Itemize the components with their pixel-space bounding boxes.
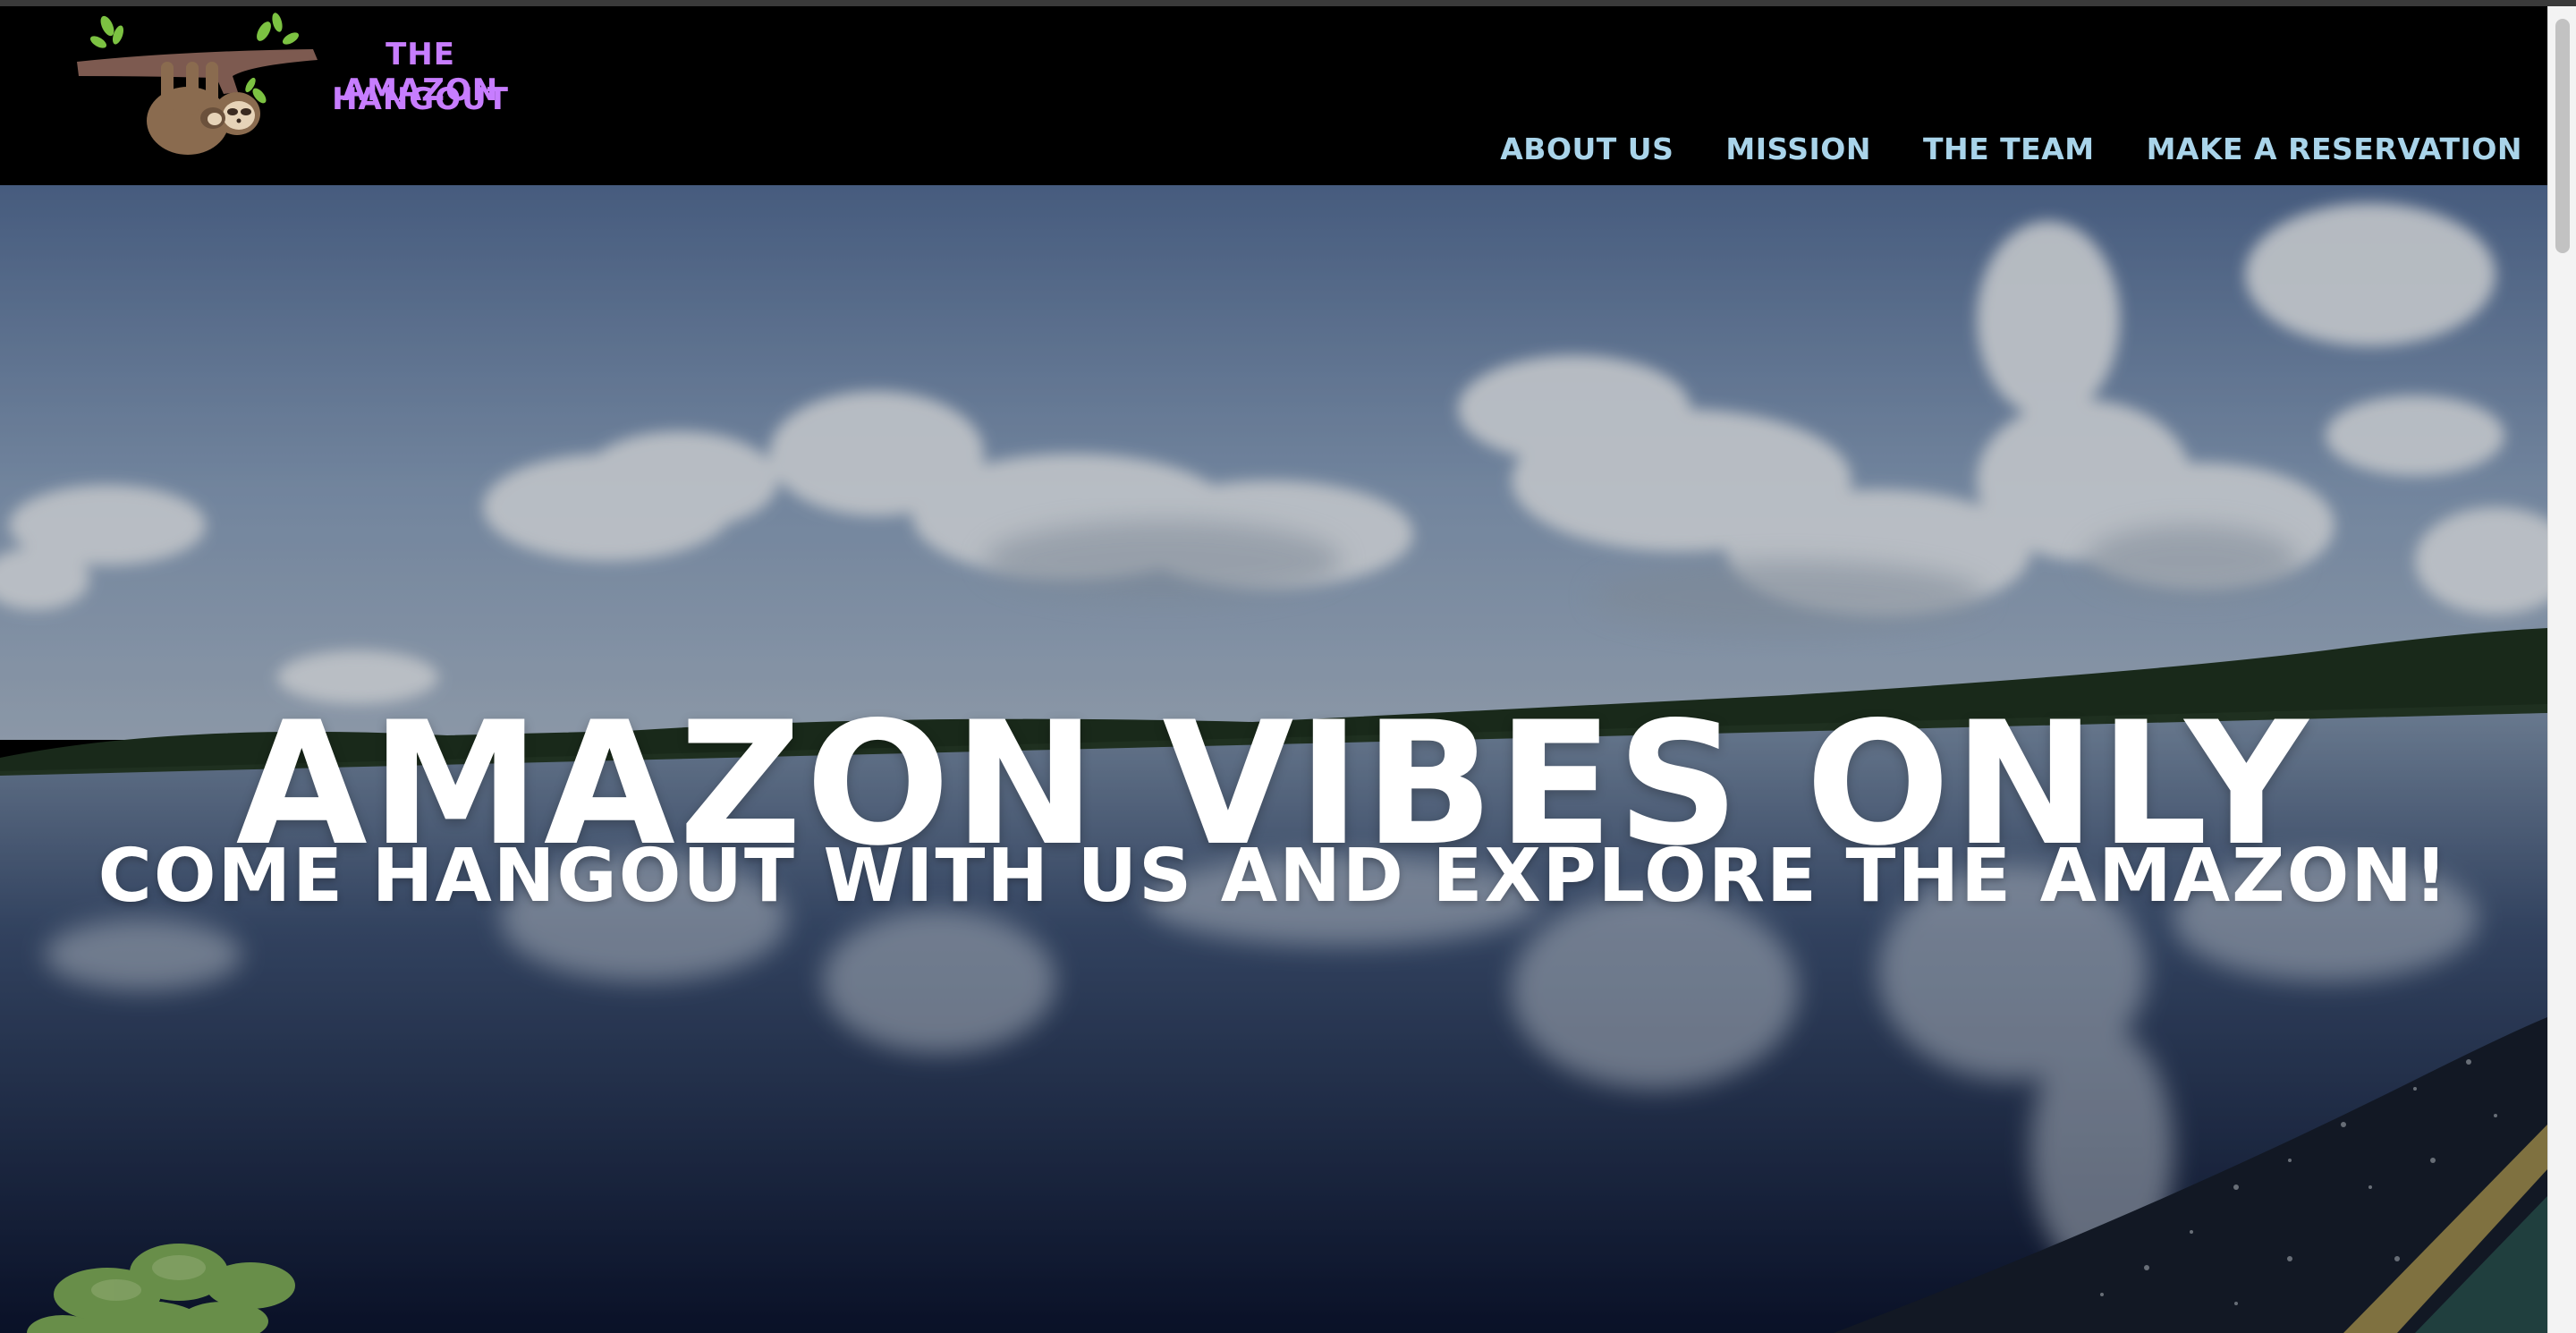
hero-section: AMAZON VIBES ONLY COME HANGOUT WITH US A…: [0, 185, 2547, 1333]
site-logo[interactable]: THE AMAZON HANGOUT: [72, 6, 537, 167]
site-header: THE AMAZON HANGOUT ABOUT US MISSION THE …: [0, 6, 2547, 185]
hero-subtitle: COME HANGOUT WITH US AND EXPLORE THE AMA…: [97, 834, 2450, 920]
nav-the-team[interactable]: THE TEAM: [1923, 132, 2095, 166]
sloth-on-branch-icon: [77, 13, 318, 155]
page-scrollbar[interactable]: [2547, 6, 2576, 1333]
nav-about-us[interactable]: ABOUT US: [1500, 132, 1674, 166]
scrollbar-thumb[interactable]: [2555, 19, 2570, 253]
page-viewport: THE AMAZON HANGOUT ABOUT US MISSION THE …: [0, 0, 2547, 1333]
brand-name-line2: HANGOUT: [332, 81, 509, 117]
main-navigation: ABOUT US MISSION THE TEAM MAKE A RESERVA…: [1500, 132, 2522, 166]
nav-make-a-reservation[interactable]: MAKE A RESERVATION: [2147, 132, 2522, 166]
nav-mission[interactable]: MISSION: [1725, 132, 1871, 166]
